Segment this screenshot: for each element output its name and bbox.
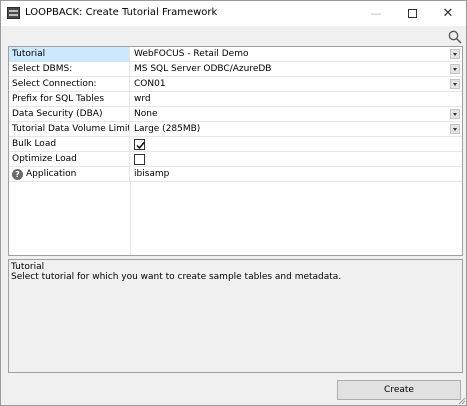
- property-row-tutorial[interactable]: Tutorial WebFOCUS - Retail Demo: [9, 47, 462, 62]
- property-label: Data Security (DBA): [9, 107, 130, 122]
- dropdown-arrow-icon[interactable]: [450, 79, 460, 89]
- column-divider: [130, 182, 131, 255]
- dbms-select[interactable]: MS SQL Server ODBC/AzureDB: [131, 62, 450, 77]
- bulk-load-checkbox[interactable]: [134, 139, 145, 150]
- property-row-dbms[interactable]: Select DBMS: MS SQL Server ODBC/AzureDB: [9, 62, 462, 77]
- property-label: Tutorial: [9, 47, 130, 62]
- maximize-icon: [407, 9, 417, 18]
- window-title: LOOPBACK: Create Tutorial Framework: [25, 7, 218, 18]
- property-label: Select Connection:: [9, 77, 130, 92]
- property-row-data-security[interactable]: Data Security (DBA) None: [9, 107, 462, 122]
- title-bar[interactable]: LOOPBACK: Create Tutorial Framework — ✕: [1, 1, 466, 26]
- close-icon: ✕: [442, 6, 454, 21]
- connection-select[interactable]: CON01: [131, 77, 450, 92]
- property-label: Optimize Load: [9, 152, 130, 167]
- description-panel: Tutorial Select tutorial for which you w…: [8, 259, 463, 373]
- dialog-window: LOOPBACK: Create Tutorial Framework — ✕ …: [0, 0, 467, 406]
- app-icon: [7, 7, 20, 19]
- property-value-cell: [131, 137, 450, 152]
- help-icon[interactable]: ?: [12, 169, 23, 180]
- property-grid: Tutorial WebFOCUS - Retail Demo Select D…: [8, 46, 463, 256]
- property-value-cell: [131, 152, 450, 167]
- dropdown-arrow-icon[interactable]: [450, 64, 460, 74]
- create-button[interactable]: Create: [337, 380, 461, 400]
- property-row-optimize-load[interactable]: Optimize Load: [9, 152, 462, 167]
- property-label: Application: [9, 167, 130, 182]
- search-icon: [448, 30, 462, 44]
- property-row-prefix[interactable]: Prefix for SQL Tables wrd: [9, 92, 462, 107]
- tutorial-select[interactable]: WebFOCUS - Retail Demo: [131, 47, 450, 62]
- property-label: Tutorial Data Volume Limit: [9, 122, 130, 137]
- property-row-volume-limit[interactable]: Tutorial Data Volume Limit Large (285MB): [9, 122, 462, 137]
- application-input[interactable]: ibisamp: [131, 167, 450, 182]
- data-security-select[interactable]: None: [131, 107, 450, 122]
- property-label: Bulk Load: [9, 137, 130, 152]
- description-text: Select tutorial for which you want to cr…: [11, 272, 342, 282]
- search-button[interactable]: [448, 30, 462, 44]
- dropdown-arrow-icon[interactable]: [450, 49, 460, 59]
- minimize-icon: —: [370, 7, 382, 20]
- volume-limit-select[interactable]: Large (285MB): [131, 122, 450, 137]
- resize-grip-icon: [458, 397, 466, 405]
- resize-grip[interactable]: [457, 396, 466, 405]
- property-row-application[interactable]: Application ? ibisamp: [9, 167, 462, 182]
- dropdown-arrow-icon[interactable]: [450, 109, 460, 119]
- prefix-input[interactable]: wrd: [131, 92, 450, 107]
- description-title: Tutorial: [11, 262, 45, 272]
- dropdown-arrow-icon[interactable]: [450, 124, 460, 134]
- checkmark-icon: [136, 142, 145, 150]
- close-button[interactable]: ✕: [430, 1, 466, 26]
- minimize-button[interactable]: —: [358, 1, 394, 26]
- property-row-bulk-load[interactable]: Bulk Load: [9, 137, 462, 152]
- maximize-button[interactable]: [394, 1, 430, 26]
- property-row-connection[interactable]: Select Connection: CON01: [9, 77, 462, 92]
- property-label: Prefix for SQL Tables: [9, 92, 130, 107]
- optimize-load-checkbox[interactable]: [134, 154, 145, 165]
- property-label: Select DBMS:: [9, 62, 130, 77]
